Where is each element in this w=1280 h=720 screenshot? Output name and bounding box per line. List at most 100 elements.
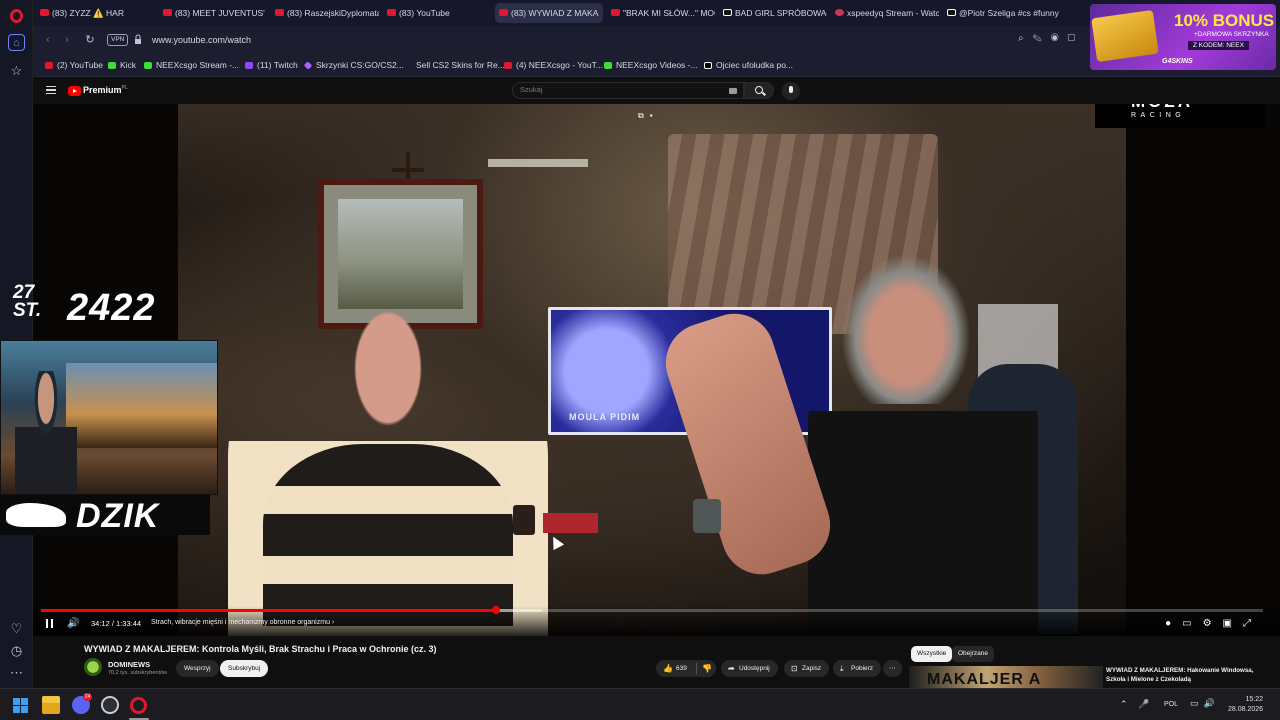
youtube-icon xyxy=(163,9,172,16)
opera-taskbar-icon[interactable] xyxy=(130,697,147,714)
boar-icon xyxy=(6,503,66,527)
youtube-premium-logo[interactable]: PremiumPL xyxy=(83,85,128,95)
discord-badge: 24 xyxy=(83,693,92,701)
recommended-thumbnail[interactable]: MAKALJER A xyxy=(909,666,1103,688)
channel-subscribers: 70,2 tys. subskrybentów xyxy=(108,670,168,676)
bookmark-7[interactable]: (4) NEEXcsgo - YouT... xyxy=(504,59,603,72)
tab-2[interactable]: (83) MEET JUVENTUS' NEW xyxy=(159,3,267,23)
thumbs-down-icon[interactable]: 👎 xyxy=(702,660,712,677)
mug-shape xyxy=(513,505,535,535)
picture-frame xyxy=(318,179,483,329)
channel-name[interactable]: DOMINEWS xyxy=(108,660,150,669)
like-button[interactable]: 👍 639 👎 xyxy=(656,660,716,677)
tab-label: (83) YouTube xyxy=(399,8,450,18)
reload-icon[interactable]: ↻ xyxy=(83,33,97,47)
kick-icon xyxy=(144,62,152,69)
progress-bar[interactable] xyxy=(41,606,1263,614)
counter-big: 2422 xyxy=(67,287,156,329)
keyboard-icon[interactable] xyxy=(729,88,737,94)
like-divider xyxy=(696,663,697,674)
chapter-text: Strach, wibracje mięśni i mechanizmy obr… xyxy=(151,619,330,626)
tab-1[interactable]: (83) ZYZZ ⚠️ HAR xyxy=(36,3,148,23)
channel-avatar[interactable] xyxy=(84,658,102,676)
bookmark-2[interactable]: Kick xyxy=(108,59,136,72)
tab-9[interactable]: @Piotr Szeliga #cs #funny xyxy=(943,3,1063,23)
system-icons[interactable]: ▭🔊 xyxy=(1190,698,1220,709)
tab-7[interactable]: BAD GIRL SPRÓBOWAŁA xyxy=(719,3,827,23)
bookmark-label: Skrzynki CS:GO/CS2... xyxy=(316,60,404,70)
bookmark-9[interactable]: Ojciec ufoludka po... xyxy=(704,59,793,72)
pause-button[interactable] xyxy=(46,619,53,628)
bookmark-4[interactable]: (11) Twitch xyxy=(245,59,298,72)
menu-icon[interactable] xyxy=(46,86,56,94)
chip-watched[interactable]: Obejrzane xyxy=(952,646,994,662)
shelf-shape xyxy=(488,159,588,167)
more-icon[interactable]: ⋯ xyxy=(8,664,25,681)
bonus-ad-banner[interactable]: 10% BONUS +DARMOWA SKRZYNKA Z KODEM: NEE… xyxy=(1090,4,1276,70)
player-right-controls[interactable]: ●▭⚙▣⤢ xyxy=(1165,618,1262,629)
tiktok-icon xyxy=(704,62,712,69)
youtube-icon xyxy=(275,9,284,16)
tab-label: (83) WYWIAD Z MAKA xyxy=(511,8,599,18)
sponsor-subtitle: RACING xyxy=(1131,112,1186,119)
more-actions-button[interactable]: ⋯ xyxy=(883,660,902,677)
bookmark-5[interactable]: Skrzynki CS:GO/CS2... xyxy=(303,59,404,72)
ad-headline: 10% BONUS xyxy=(1174,11,1275,30)
tab-5-active[interactable]: (83) WYWIAD Z MAKA xyxy=(495,3,603,23)
download-button[interactable]: ⤓ Pobierz xyxy=(833,660,882,677)
screen: ⌂ ☆ ♡ ◷ ⋯ (83) ZYZZ ⚠️ HAR (83) MEET JUV… xyxy=(0,0,1280,720)
progress-scrubber[interactable] xyxy=(491,606,500,614)
windows-start-icon[interactable] xyxy=(13,698,28,713)
tab-8[interactable]: xspeedyq Stream - Watch xyxy=(831,3,939,23)
like-count: 639 xyxy=(676,665,687,672)
pinboard-icon[interactable]: ☆ xyxy=(8,62,25,79)
heart-icon[interactable]: ♡ xyxy=(8,620,25,637)
opera-logo-icon[interactable] xyxy=(10,9,23,23)
bookmark-6[interactable]: Sell CS2 Skins for Re... xyxy=(404,59,505,72)
voice-search-icon[interactable] xyxy=(782,82,800,100)
url-field[interactable]: www.youtube.com/watch xyxy=(152,33,251,47)
bookmark-8[interactable]: NEEXcsgo Videos -... xyxy=(604,59,698,72)
bookmark-label: (11) Twitch xyxy=(257,60,298,70)
counter-small: 27 ST. xyxy=(13,282,42,321)
gift-box-icon xyxy=(1091,9,1159,63)
bookmark-3[interactable]: NEEXcsgo Stream -... xyxy=(144,59,239,72)
site-icon xyxy=(404,62,412,69)
home-icon[interactable]: ⌂ xyxy=(8,34,25,51)
share-button[interactable]: ➦ Udostępnij xyxy=(721,660,778,677)
chip-all[interactable]: Wszystkie xyxy=(911,646,953,662)
forward-icon[interactable]: › xyxy=(60,33,74,47)
youtube-logo-icon[interactable] xyxy=(68,86,81,96)
streamer-brand: DZIK xyxy=(76,497,160,535)
vpn-badge[interactable]: VPN xyxy=(107,34,129,46)
recommended-title[interactable]: WYWIAD Z MAKALJEREM: Hakowanie Windowsa,… xyxy=(1106,666,1256,684)
bookmark-label: NEEXcsgo Videos -... xyxy=(616,60,698,70)
volume-icon[interactable]: 🔊 xyxy=(67,618,79,629)
bookmark-label: Kick xyxy=(120,60,137,70)
back-icon[interactable]: ‹ xyxy=(41,33,55,47)
search-button[interactable] xyxy=(744,82,774,99)
bookmark-1[interactable]: (2) YouTube xyxy=(45,59,103,72)
tab-3[interactable]: (83) RaszejskiDyplomata xyxy=(271,3,379,23)
steam-icon[interactable] xyxy=(101,696,119,714)
kick-icon xyxy=(604,62,612,69)
thumbs-up-icon: 👍 xyxy=(663,664,673,673)
search-input[interactable]: Szukaj xyxy=(512,82,744,99)
language-indicator[interactable]: POL xyxy=(1164,701,1178,708)
tray-icons[interactable]: ⌃ 🎤 xyxy=(1120,699,1153,710)
file-explorer-icon[interactable] xyxy=(42,696,60,714)
windows-taskbar: 24 ⌃ 🎤 POL ▭🔊 15:22 28.08.2026 xyxy=(0,688,1280,720)
clock[interactable]: 15:22 28.08.2026 xyxy=(1228,695,1263,715)
time-display: 34:12 / 1:33:44 xyxy=(91,619,142,628)
support-button[interactable]: Wesprzyj xyxy=(176,660,219,677)
video-player[interactable]: MOULA PIDIM ⧉▪ MOZA RACING xyxy=(33,104,1280,636)
chapter-title[interactable]: Strach, wibracje mięśni i mechanizmy obr… xyxy=(151,619,334,626)
save-button[interactable]: ⊡ Zapisz xyxy=(784,660,830,677)
subscribe-button[interactable]: Subskrybuj xyxy=(220,660,269,677)
tab-label: (83) MEET JUVENTUS' NEW xyxy=(175,8,267,18)
tab-6[interactable]: "BRAK MI SŁÓW..." MOCN xyxy=(607,3,715,23)
tiktok-icon xyxy=(947,9,956,16)
history-icon[interactable]: ◷ xyxy=(8,642,25,659)
tab-4[interactable]: (83) YouTube xyxy=(383,3,491,23)
miniplayer-icon[interactable]: ⧉▪ xyxy=(638,111,659,121)
